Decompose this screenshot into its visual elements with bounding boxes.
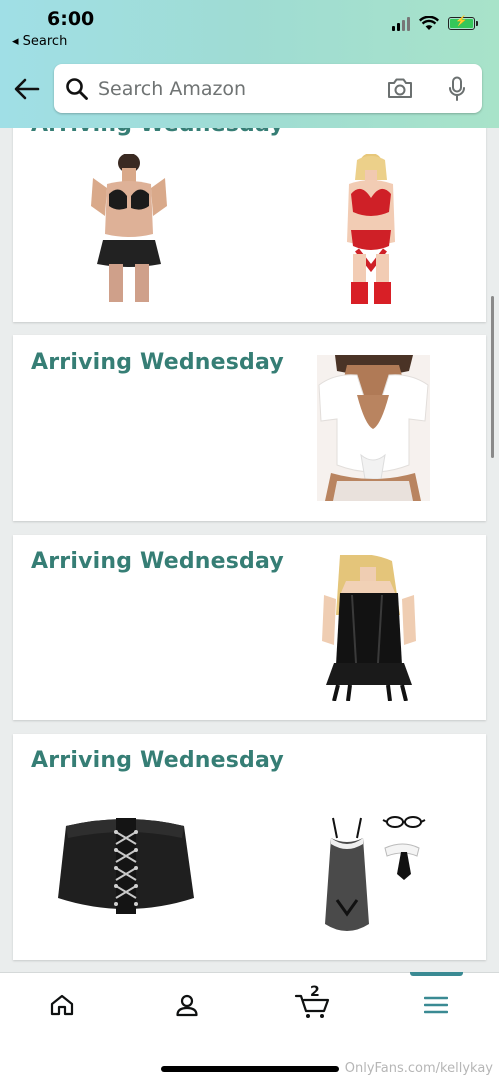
status-icons: ⚡	[392, 16, 478, 31]
menu-icon	[424, 996, 448, 1014]
cellular-signal-icon	[392, 16, 410, 31]
back-arrow-icon[interactable]	[14, 78, 40, 100]
product-image-sheer-costume-dress[interactable]	[323, 814, 427, 934]
back-to-app-link[interactable]: ◂ Search	[12, 34, 67, 49]
active-tab-indicator	[410, 972, 463, 976]
nav-account[interactable]	[167, 987, 207, 1023]
camera-icon[interactable]	[386, 77, 414, 100]
nav-cart[interactable]: 2	[292, 984, 332, 1023]
delivery-title: Arriving Wednesday	[31, 350, 284, 375]
wifi-icon	[419, 16, 439, 30]
app-header: 6:00 ◂ Search ⚡	[0, 0, 499, 128]
product-image-black-lingerie[interactable]	[79, 154, 179, 304]
cart-count-badge: 2	[310, 984, 320, 1000]
delivery-title: Arriving Wednesday	[31, 549, 284, 574]
product-image-leather-corset-dress[interactable]	[320, 555, 418, 701]
product-image-waist-corset-belt[interactable]	[54, 808, 197, 923]
nav-menu[interactable]	[416, 987, 456, 1023]
search-icon	[66, 78, 88, 100]
home-indicator[interactable]	[161, 1066, 339, 1072]
nav-home[interactable]	[42, 987, 82, 1023]
search-input[interactable]	[98, 75, 368, 103]
watermark-text: OnlyFans.com/kellykay	[344, 1061, 493, 1076]
search-bar[interactable]	[54, 64, 482, 113]
microphone-icon[interactable]	[448, 76, 466, 102]
scrollbar[interactable]	[491, 296, 494, 458]
delivery-card[interactable]: Arriving Wednesday	[13, 100, 486, 322]
account-icon	[176, 994, 198, 1017]
delivery-card[interactable]: Arriving Wednesday	[13, 335, 486, 521]
delivery-title: Arriving Wednesday	[31, 748, 284, 773]
delivery-card[interactable]: Arriving Wednesday	[13, 535, 486, 720]
battery-icon: ⚡	[448, 16, 478, 30]
home-icon	[50, 994, 74, 1016]
product-image-white-crop-top[interactable]	[317, 355, 430, 501]
delivery-card[interactable]: Arriving Wednesday	[13, 734, 486, 960]
product-image-red-lace-set[interactable]	[331, 154, 411, 304]
bottom-nav: 2 OnlyFans.com/kellykay	[0, 972, 499, 1081]
status-time: 6:00	[47, 8, 95, 30]
